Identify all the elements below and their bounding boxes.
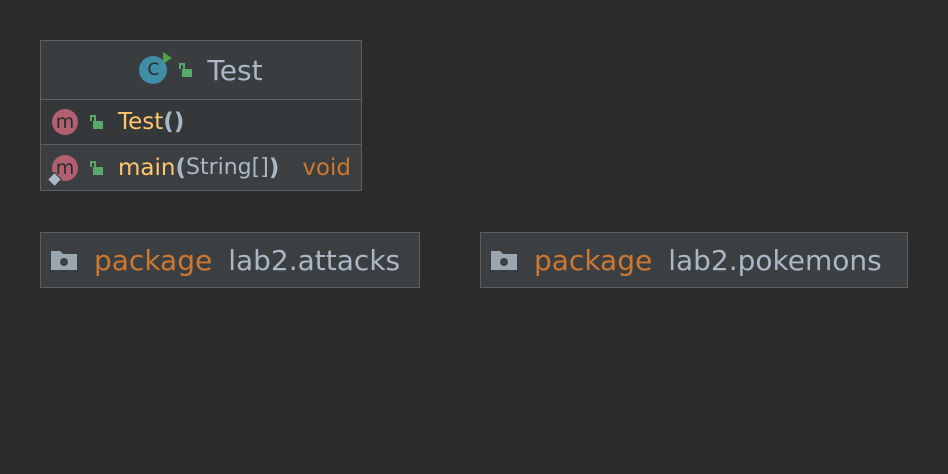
- folder-icon: [491, 251, 517, 270]
- close-paren: ): [173, 109, 185, 135]
- open-paren: (: [175, 154, 186, 181]
- run-marker-icon: [163, 52, 173, 64]
- package-name: lab2.attacks: [228, 243, 401, 277]
- class-name: Test: [207, 53, 263, 87]
- package-keyword: package: [534, 243, 653, 277]
- package-keyword: package: [94, 243, 213, 277]
- method-name: Test: [118, 109, 164, 135]
- class-icon: C: [139, 52, 173, 84]
- class-header: C Test: [41, 41, 361, 100]
- member-row-constructor[interactable]: m Test ( ): [41, 100, 361, 145]
- method-icon: m: [46, 154, 78, 187]
- package-node-pokemons[interactable]: package lab2.pokemons: [480, 232, 908, 288]
- class-node-test[interactable]: C Test m Test ( ) m main (String[]) vo…: [40, 40, 362, 191]
- public-lock-icon: [90, 160, 103, 175]
- public-lock-icon: [179, 63, 193, 77]
- close-paren: ): [268, 154, 280, 181]
- package-name: lab2.pokemons: [668, 243, 882, 277]
- return-type: void: [302, 154, 351, 181]
- package-node-attacks[interactable]: package lab2.attacks: [40, 232, 420, 288]
- folder-icon: [51, 251, 77, 270]
- open-paren: (: [163, 109, 174, 135]
- method-name: main: [118, 154, 176, 181]
- method-icon-letter: m: [55, 111, 75, 133]
- class-icon-letter: C: [147, 60, 160, 80]
- method-icon: m: [52, 109, 78, 135]
- method-params: String[]: [185, 155, 269, 180]
- member-row-main[interactable]: m main ( String[] ) void: [41, 145, 361, 190]
- public-lock-icon: [90, 115, 103, 129]
